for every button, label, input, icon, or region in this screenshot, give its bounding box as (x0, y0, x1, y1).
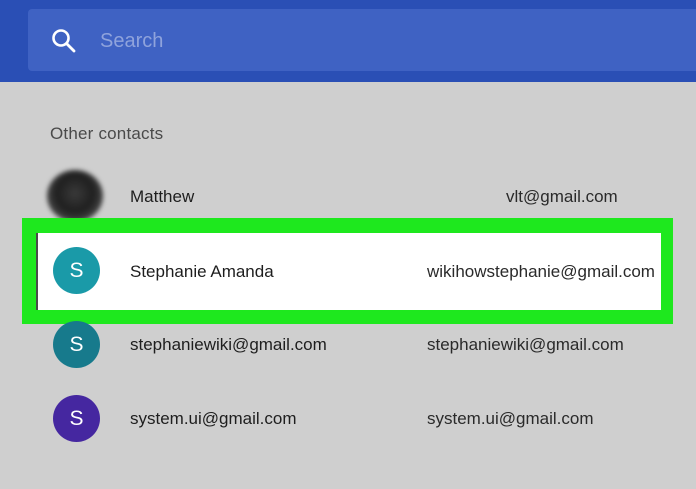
contact-name: stephaniewiki@gmail.com (130, 335, 327, 354)
contact-email: stephaniewiki@gmail.com (427, 335, 624, 354)
avatar-photo (47, 170, 103, 222)
avatar: S (53, 395, 100, 442)
avatar: S (53, 247, 100, 294)
avatar: S (53, 321, 100, 368)
avatar-initial: S (69, 258, 84, 282)
contact-email: wikihowstephanie@gmail.com (427, 262, 655, 281)
avatar-initial: S (69, 406, 84, 430)
contact-row-stephaniewiki[interactable]: S stephaniewiki@gmail.com stephaniewiki@… (0, 309, 696, 381)
contact-name: system.ui@gmail.com (130, 409, 297, 428)
search-icon[interactable] (50, 27, 78, 55)
contact-email: system.ui@gmail.com (427, 409, 594, 428)
contact-email: vlt@gmail.com (506, 187, 618, 206)
contact-row-system-ui[interactable]: S system.ui@gmail.com system.ui@gmail.co… (0, 383, 696, 455)
section-title: Other contacts (50, 124, 164, 143)
app-header (0, 0, 696, 82)
avatar-initial: S (69, 332, 84, 356)
search-input[interactable] (100, 22, 660, 60)
contact-name: Stephanie Amanda (130, 262, 274, 281)
contact-name: Matthew (130, 187, 195, 206)
contact-row-stephanie-amanda[interactable]: S Stephanie Amanda wikihowstephanie@gmai… (0, 235, 696, 307)
